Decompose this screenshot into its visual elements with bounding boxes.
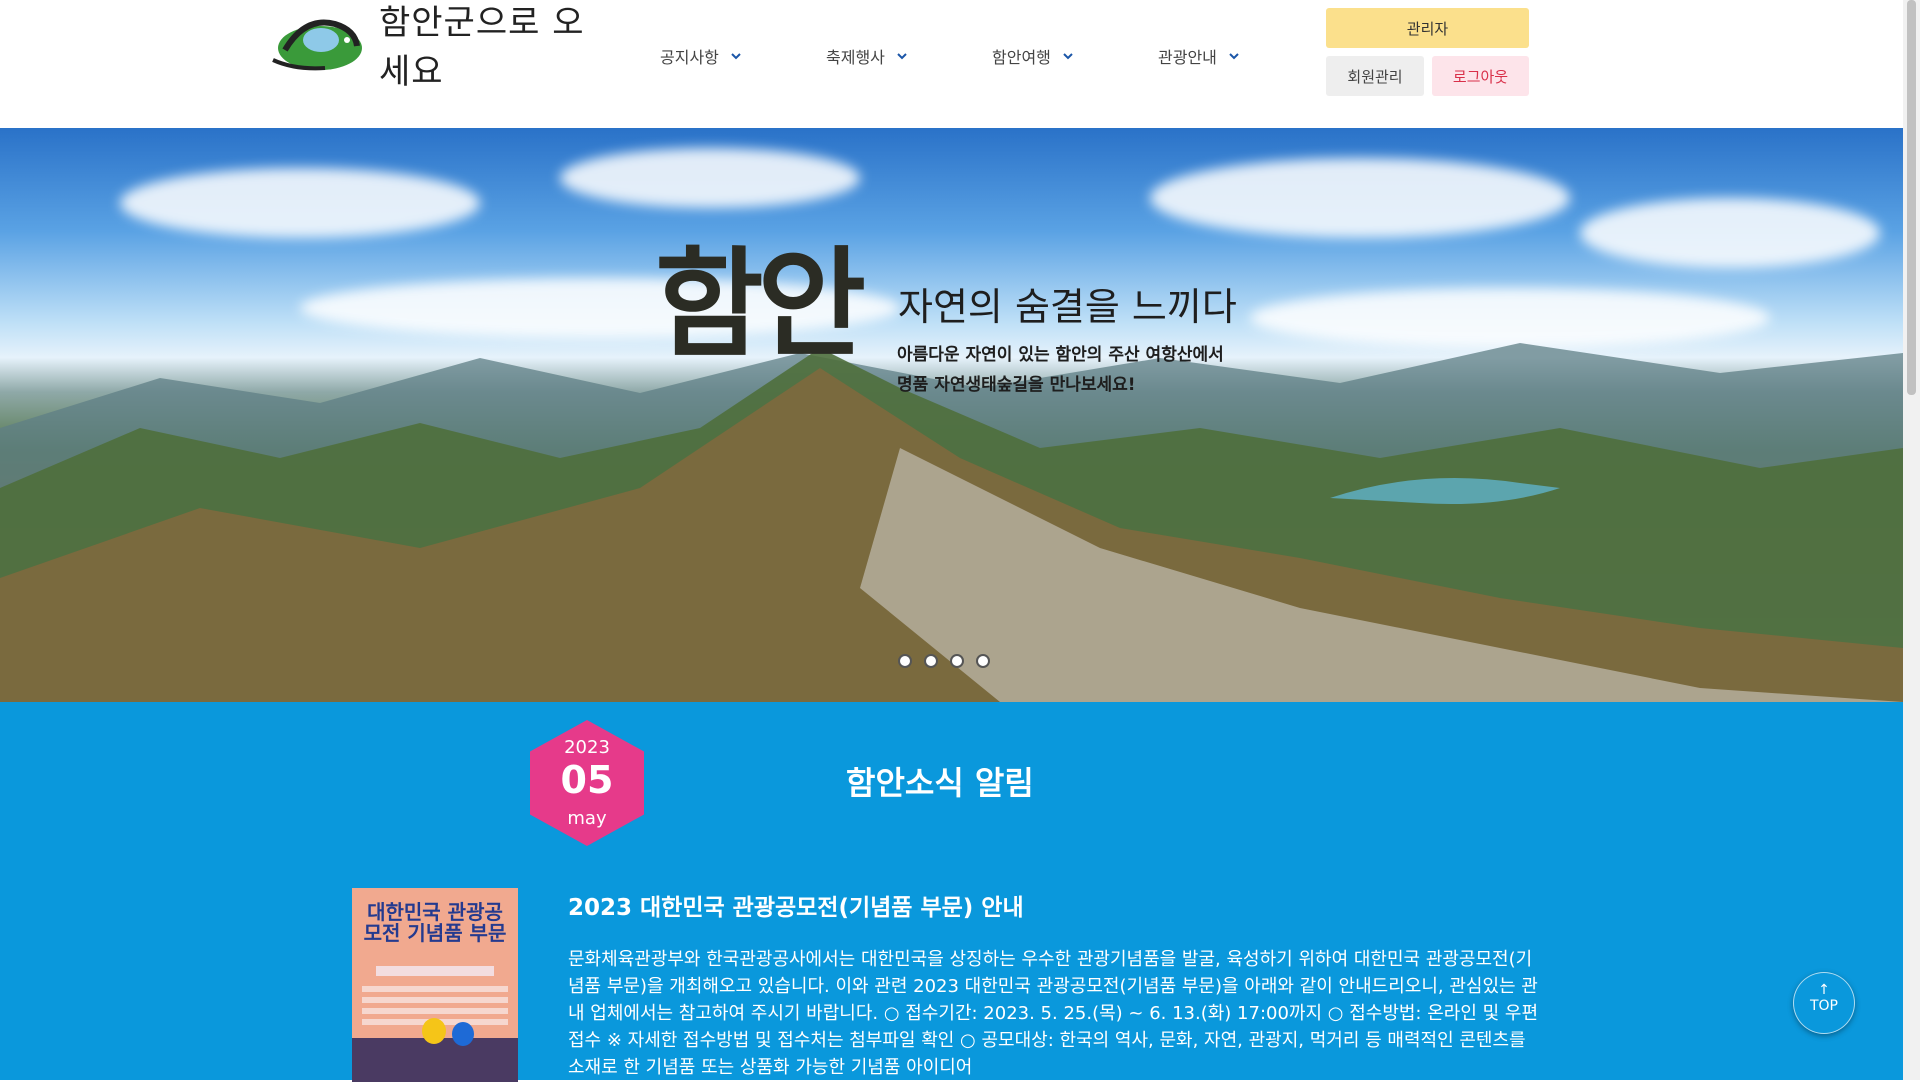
nav-label: 공지사항 — [660, 48, 719, 67]
site-header: 함안군으로 오세요 공지사항 축제행사 함안여행 관광안내 관리자 회원관리 로… — [0, 0, 1903, 128]
poster-mascot — [422, 1018, 446, 1044]
main-nav: 공지사항 축제행사 함안여행 관광안내 — [660, 44, 1324, 68]
chevron-down-icon — [731, 53, 741, 60]
hero-desc-line: 명품 자연생태숲길을 만나보세요! — [897, 375, 1136, 395]
top-label: TOP — [1809, 998, 1838, 1014]
nav-label: 함안여행 — [992, 48, 1051, 67]
leaf-logo-icon — [265, 10, 375, 78]
chevron-down-icon — [1229, 53, 1239, 60]
member-management-button[interactable]: 회원관리 — [1326, 56, 1424, 96]
poster-heading: 대한민국 관광공모전 기념품 부문 — [363, 900, 507, 945]
poster-subtitle-bar — [376, 966, 494, 976]
hero-desc-line: 아름다운 자연이 있는 함안의 주산 여항산에서 — [897, 345, 1224, 365]
article-body: 문화체육관광부와 한국관광공사에서는 대한민국을 상징하는 우수한 관광기념품을… — [568, 949, 1539, 1078]
nav-label: 관광안내 — [1158, 48, 1217, 67]
hero-brand-calligraphy: 함안 — [655, 234, 866, 373]
nav-item-notice[interactable]: 공지사항 — [660, 44, 826, 68]
arrow-up-icon: ↑ — [1818, 982, 1830, 998]
date-day: 05 — [560, 758, 614, 802]
nav-item-festival[interactable]: 축제행사 — [826, 44, 992, 68]
nav-label: 축제행사 — [826, 48, 885, 67]
slider-pagination — [898, 654, 990, 668]
site-logo[interactable]: 함안군으로 오세요 — [265, 3, 595, 92]
article-thumbnail[interactable]: 대한민국 관광공모전 기념품 부문 — [352, 888, 518, 1082]
page-scrollbar[interactable] — [1903, 0, 1920, 1080]
hero-description: 아름다운 자연이 있는 함안의 주산 여항산에서 명품 자연생태숲길을 만나보세… — [897, 340, 1224, 400]
logo-text: 함안군으로 오세요 — [379, 3, 585, 92]
scrollbar-thumb[interactable] — [1907, 0, 1916, 395]
article-title[interactable]: 2023 대한민국 관광공모전(기념품 부문) 안내 — [568, 888, 1024, 922]
news-section: 2023 05 may 함안소식 알림 대한민국 관광공모전 기념품 부문 20… — [0, 702, 1903, 1082]
date-badge: 2023 05 may — [530, 720, 644, 846]
slider-dot-1[interactable] — [898, 654, 912, 668]
poster-roof-illustration — [352, 1038, 518, 1082]
date-month: may — [567, 808, 607, 829]
hero-title: 자연의 숨결을 느끼다 — [898, 285, 1237, 329]
nav-item-travel[interactable]: 함안여행 — [992, 44, 1158, 68]
slider-dot-3[interactable] — [950, 654, 964, 668]
mountain-landscape — [0, 343, 1903, 702]
slider-dot-2[interactable] — [924, 654, 938, 668]
date-year: 2023 — [564, 737, 610, 758]
chevron-down-icon — [1063, 53, 1073, 60]
hero-banner: 함안 자연의 숨결을 느끼다 아름다운 자연이 있는 함안의 주산 여항산에서 … — [0, 128, 1903, 702]
chevron-down-icon — [897, 53, 907, 60]
scroll-to-top-button[interactable]: ↑ TOP — [1793, 972, 1855, 1034]
slider-dot-4[interactable] — [976, 654, 990, 668]
nav-item-tourism-guide[interactable]: 관광안내 — [1158, 44, 1324, 68]
section-title: 함안소식 알림 — [846, 764, 1034, 802]
admin-button[interactable]: 관리자 — [1326, 8, 1529, 48]
poster-mascot — [452, 1022, 474, 1046]
logout-button[interactable]: 로그아웃 — [1432, 56, 1529, 96]
